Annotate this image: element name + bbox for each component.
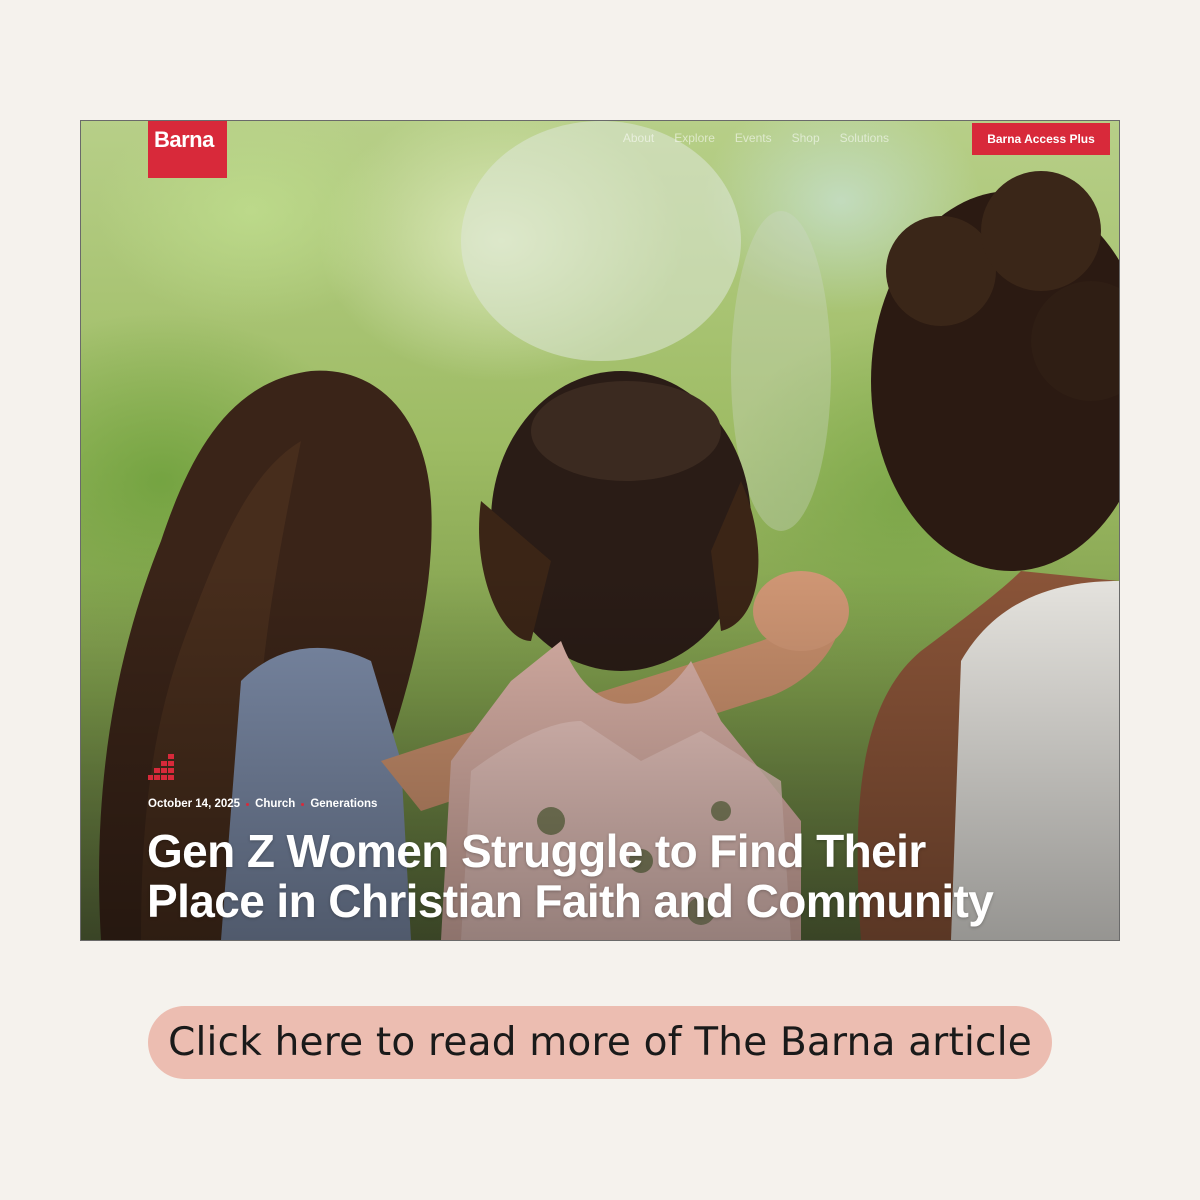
tag-generations[interactable]: Generations (310, 798, 377, 810)
nav-item-solutions[interactable]: Solutions (840, 131, 889, 145)
nav-item-events[interactable]: Events (735, 131, 772, 145)
article-screenshot[interactable]: Barna About Explore Events Shop Solution… (80, 120, 1120, 941)
tag-church[interactable]: Church (255, 798, 295, 810)
article-date: October 14, 2025 (148, 798, 241, 810)
article-headline: Gen Z Women Struggle to Find Their Place … (147, 826, 1087, 926)
nav-item-about[interactable]: About (623, 131, 654, 145)
nav-item-shop[interactable]: Shop (792, 131, 820, 145)
nav-item-explore[interactable]: Explore (674, 131, 715, 145)
top-nav: About Explore Events Shop Solutions (623, 131, 889, 145)
separator-dot (246, 802, 250, 806)
read-more-button[interactable]: Click here to read more of The Barna art… (148, 1006, 1052, 1079)
separator-dot (301, 802, 305, 806)
barna-stair-icon (148, 754, 176, 785)
access-plus-button[interactable]: Barna Access Plus (972, 123, 1110, 155)
article-meta: October 14, 2025 Church Generations (148, 798, 377, 810)
headline-line-1: Gen Z Women Struggle to Find Their (147, 825, 926, 877)
headline-line-2: Place in Christian Faith and Community (147, 875, 994, 927)
hero-gradient-overlay (81, 121, 1119, 940)
barna-logo[interactable]: Barna (148, 121, 227, 178)
